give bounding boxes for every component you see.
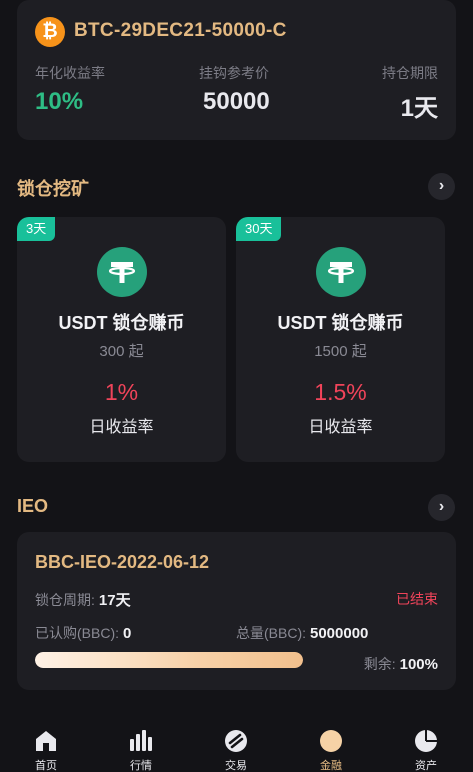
option-product-card[interactable]: ₿ BTC-29DEC21-50000-C 年化收益率 挂钩参考价 持仓期限 1…: [17, 0, 456, 140]
locked-mining-more-button[interactable]: ›: [428, 173, 455, 200]
tab-finance-label: 金融: [320, 760, 342, 772]
duration-badge: 3天: [17, 217, 56, 241]
mining-minimum-amount: 300 起: [99, 343, 144, 360]
ieo-project-name: BBC-IEO-2022-06-12: [35, 552, 210, 572]
subscribed-label: 已认购(BBC):: [35, 625, 119, 641]
bitcoin-icon: ₿: [35, 17, 65, 47]
mining-product-card-3d[interactable]: 3天 USDT 锁仓赚币 300 起 1% 日收益率: [17, 217, 226, 462]
pie-chart-icon: [415, 730, 437, 752]
tab-trade[interactable]: 交易: [196, 724, 276, 772]
reference-price-label: 挂钩参考价: [199, 65, 269, 81]
locked-mining-title: 锁仓挖矿: [17, 179, 89, 199]
total-supply-value: 5000000: [310, 625, 369, 642]
annual-yield-label: 年化收益率: [35, 65, 105, 81]
subscribed-value: 0: [123, 625, 132, 642]
mining-minimum-amount: 1500 起: [314, 343, 367, 360]
daily-yield-value: 1%: [104, 379, 139, 405]
holding-period-value: 1天: [400, 95, 438, 122]
finance-icon: [320, 730, 342, 752]
ieo-progress-fill: [35, 652, 303, 668]
daily-yield-label: 日收益率: [308, 419, 373, 436]
bar-chart-icon: [130, 730, 152, 751]
tab-market[interactable]: 行情: [101, 724, 181, 772]
tether-icon: [316, 247, 366, 297]
tab-assets-label: 资产: [415, 760, 437, 772]
tab-trade-label: 交易: [225, 760, 247, 772]
lock-period-value: 17天: [98, 592, 131, 609]
lock-period-row: 锁仓周期: 17天: [35, 589, 131, 610]
option-product-name: BTC-29DEC21-50000-C: [74, 20, 287, 41]
tab-home[interactable]: 首页: [6, 724, 86, 772]
total-supply-label: 总量(BBC):: [236, 625, 306, 641]
tab-assets[interactable]: 资产: [386, 724, 466, 772]
mining-product-title: USDT 锁仓赚币: [58, 313, 185, 333]
total-supply-row: 总量(BBC): 5000000: [236, 623, 368, 643]
chevron-right-icon: ›: [438, 498, 445, 515]
daily-yield-label: 日收益率: [89, 419, 154, 436]
reference-price-value: 50000: [203, 88, 270, 115]
subscribed-row: 已认购(BBC): 0: [35, 623, 131, 643]
chevron-right-icon: ›: [438, 177, 445, 194]
remaining-label: 剩余:: [363, 656, 396, 672]
ieo-status-badge: 已结束: [396, 591, 438, 607]
home-icon: [36, 731, 56, 751]
tether-icon: [97, 247, 147, 297]
tab-finance[interactable]: 金融: [291, 724, 371, 772]
exchange-icon: [225, 730, 247, 752]
remaining-row: 剩余: 100%: [364, 654, 438, 674]
ieo-more-button[interactable]: ›: [428, 494, 455, 521]
daily-yield-value: 1.5%: [314, 379, 367, 405]
ieo-section-title: IEO: [17, 496, 49, 516]
lock-period-label: 锁仓周期:: [35, 592, 95, 608]
mining-product-card-30d[interactable]: 30天 USDT 锁仓赚币 1500 起 1.5% 日收益率: [236, 217, 445, 462]
annual-yield-value: 10%: [35, 88, 84, 115]
mining-product-title: USDT 锁仓赚币: [277, 313, 404, 333]
ieo-progress-bar: [35, 652, 303, 668]
duration-badge: 30天: [236, 217, 282, 241]
bottom-tab-bar: 首页 行情 交易 金融 资产: [0, 720, 473, 772]
ieo-project-card[interactable]: BBC-IEO-2022-06-12 锁仓周期: 17天 已结束 已认购(BBC)…: [17, 532, 456, 690]
tab-home-label: 首页: [35, 760, 57, 772]
remaining-value: 100%: [399, 656, 438, 673]
holding-period-label: 持仓期限: [382, 65, 438, 81]
tab-market-label: 行情: [130, 760, 152, 772]
